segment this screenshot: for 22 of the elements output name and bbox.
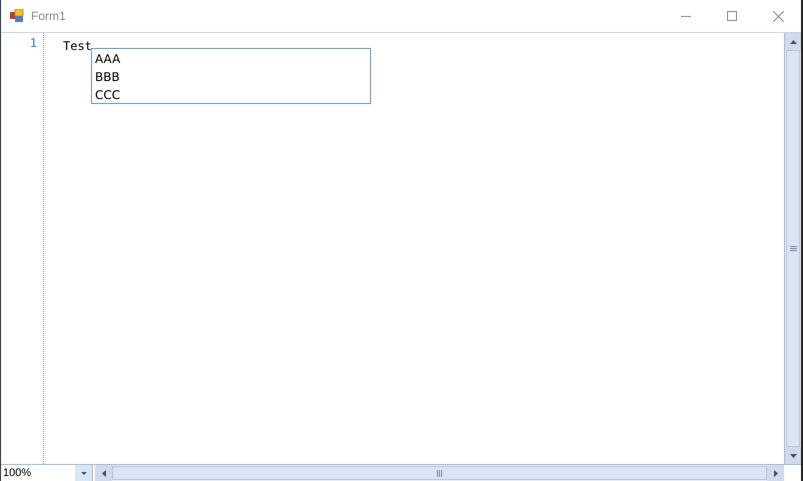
autocomplete-item[interactable]: AAA	[92, 50, 370, 68]
close-icon	[772, 10, 784, 22]
scroll-down-icon	[790, 454, 796, 458]
app-icon	[10, 9, 24, 23]
window-title: Form1	[31, 8, 66, 25]
grip-icon	[790, 246, 796, 251]
grip-icon	[437, 470, 442, 476]
scroll-left-icon	[102, 470, 106, 476]
dropdown-icon	[80, 472, 86, 474]
maximize-icon	[727, 11, 737, 21]
scrollbar-thumb[interactable]	[112, 466, 767, 480]
scroll-up-icon	[790, 40, 796, 44]
scrollbar-thumb[interactable]	[786, 50, 800, 447]
autocomplete-item[interactable]: BBB	[92, 68, 370, 86]
scroll-right-icon	[774, 470, 778, 476]
line-number: 1	[30, 35, 37, 51]
zoom-combo[interactable]: 100%	[1, 465, 93, 481]
code-line: Test	[63, 39, 92, 53]
code-editor[interactable]: 1 Test AAA BBB CCC	[1, 33, 784, 464]
vertical-scrollbar[interactable]	[784, 33, 801, 464]
autocomplete-item[interactable]: CCC	[92, 86, 370, 104]
horizontal-scrollbar[interactable]	[95, 465, 784, 481]
